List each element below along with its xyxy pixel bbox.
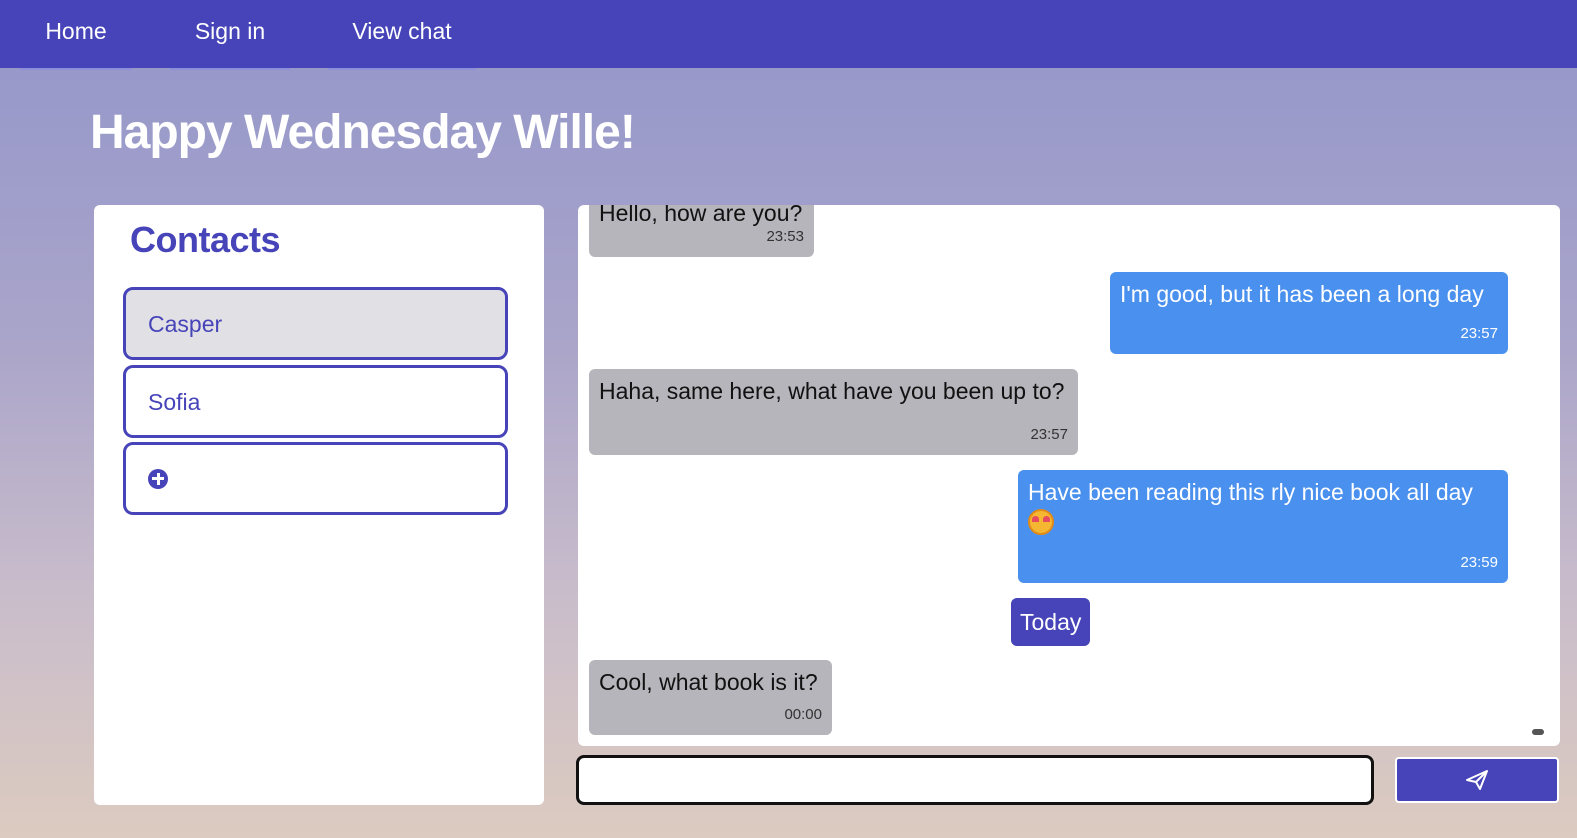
message-time: 23:53 — [766, 228, 804, 245]
message-text: Haha, same here, what have you been up t… — [599, 378, 1065, 404]
nav-view-chat-link[interactable]: View chat — [328, 0, 476, 70]
nav-sign-in-link[interactable]: Sign in — [170, 0, 290, 70]
message-input[interactable] — [576, 755, 1374, 805]
paper-plane-icon — [1466, 770, 1488, 790]
chat-scrollbar-thumb[interactable] — [1532, 729, 1544, 735]
message-time: 23:57 — [1030, 426, 1068, 443]
date-separator-badge: Today — [1011, 598, 1091, 646]
message-text: Have been reading this rly nice book all… — [1028, 479, 1473, 505]
plus-circle-icon — [148, 468, 168, 489]
top-navbar: Home Sign in View chat — [0, 0, 1577, 70]
message-incoming: Haha, same here, what have you been up t… — [589, 369, 1078, 455]
contact-item-sofia[interactable]: Sofia — [123, 365, 508, 438]
nav-home-link[interactable]: Home — [20, 0, 132, 70]
page-title: Happy Wednesday Wille! — [90, 106, 636, 159]
message-text: I'm good, but it has been a long day — [1120, 281, 1484, 307]
message-incoming: Cool, what book is it? 00:00 — [589, 660, 832, 735]
contacts-panel: Contacts Casper Sofia — [94, 205, 544, 805]
contact-name: Sofia — [148, 389, 201, 415]
message-time: 23:59 — [1460, 554, 1498, 571]
contacts-heading: Contacts — [130, 219, 281, 260]
message-outgoing: Have been reading this rly nice book all… — [1018, 470, 1508, 583]
contact-item-casper[interactable]: Casper — [123, 287, 508, 360]
smiling-face-with-hearts-icon — [1028, 508, 1054, 535]
message-time: 23:57 — [1460, 325, 1498, 342]
message-incoming: Hello, how are you? 23:53 — [589, 205, 814, 257]
add-contact-button[interactable] — [123, 442, 508, 515]
message-time: 00:00 — [784, 706, 822, 723]
contact-name: Casper — [148, 311, 223, 337]
message-text: Cool, what book is it? — [599, 669, 818, 695]
send-button[interactable] — [1395, 757, 1559, 803]
message-outgoing: I'm good, but it has been a long day 23:… — [1110, 272, 1508, 354]
chat-messages-panel[interactable]: Hello, how are you? 23:53 I'm good, but … — [578, 205, 1560, 746]
